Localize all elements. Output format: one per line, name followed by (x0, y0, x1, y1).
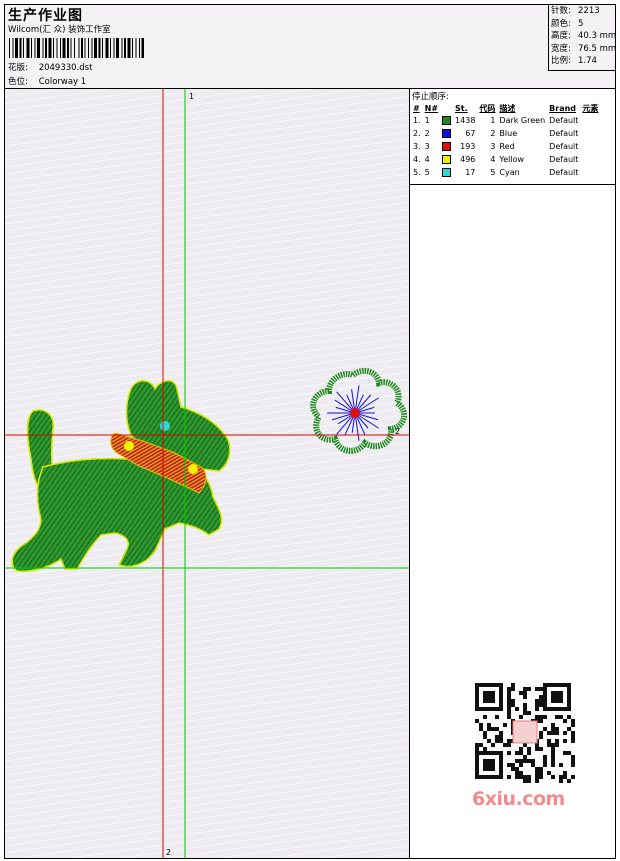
guide-label-red-horizontal: 2 (395, 427, 400, 436)
color-swatch (442, 116, 452, 125)
col-description: 描述 (499, 103, 516, 113)
company-name: Wilcom(汇 众) 装饰工作室 (8, 25, 111, 35)
design-stats: 针数: 2213 颜色: 5 高度: 40.3 mm 宽度: 76.5 mm 比例: 1.… (548, 5, 617, 71)
stop-sequence-table: # N# St. 代码 描述 Brand 元素 1. 1 1438 1 Dark… (411, 102, 600, 179)
barcode-image (9, 38, 144, 58)
colorway-row: 色位: Colorway 1 (8, 75, 86, 87)
stop-sequence-table-area: 停止顺序: # N# St. 代码 描述 Brand 元素 1. 1 1438 … (410, 89, 615, 185)
table-row[interactable]: 2. 2 67 2 Blue Default (411, 127, 600, 140)
stop-sequence-title: 停止顺序: (412, 92, 449, 102)
table-row[interactable]: 5. 5 17 5 Cyan Default (411, 166, 600, 179)
design-value: 2049330.dst (38, 63, 93, 73)
embroidery-preview: 1 2 2 (5, 89, 409, 858)
stat-scale: 比例: 1.74 (551, 56, 597, 66)
stat-width: 宽度: 76.5 mm (551, 43, 617, 54)
stat-stitches: 针数: 2213 (551, 6, 600, 16)
table-row[interactable]: 3. 3 193 3 Red Default (411, 140, 600, 153)
stat-height: 高度: 40.3 mm (551, 31, 617, 41)
col-stitches: St. (455, 103, 468, 113)
worksheet-title: 生产作业图 (8, 8, 83, 24)
col-brand: Brand (549, 103, 577, 113)
table-header-row: # N# St. 代码 描述 Brand 元素 (411, 102, 600, 114)
color-swatch (442, 168, 452, 177)
table-row[interactable]: 4. 4 496 4 Yellow Default (411, 153, 600, 166)
guide-label-red-vertical: 2 (166, 848, 171, 857)
color-swatch (442, 129, 452, 138)
flower-motif (310, 367, 408, 454)
worksheet-header: 生产作业图 Wilcom(汇 众) 装饰工作室 花版: 2049330.dst … (5, 5, 617, 89)
table-row[interactable]: 1. 1 1438 1 Dark Green Default (411, 114, 600, 127)
watermark-text: 6xiu.com (472, 788, 565, 810)
design-row: 花版: 2049330.dst (8, 61, 92, 73)
design-preview-canvas[interactable]: 1 2 2 (5, 89, 410, 858)
qr-code-image (470, 683, 580, 783)
colorway-label: 色位: (8, 77, 28, 87)
col-element: 元素 (582, 103, 599, 113)
col-needle: N# (424, 103, 439, 113)
design-label: 花版: (8, 63, 28, 73)
dog-motif (11, 380, 231, 573)
colorway-value: Colorway 1 (38, 77, 87, 87)
color-swatch (442, 155, 452, 164)
guide-label-green-vertical: 1 (189, 92, 194, 101)
col-code: 代码 (479, 103, 496, 113)
col-index: # (413, 103, 420, 113)
col-swatch (440, 102, 453, 114)
stat-colors: 颜色: 5 (551, 18, 584, 29)
color-swatch (442, 142, 452, 151)
